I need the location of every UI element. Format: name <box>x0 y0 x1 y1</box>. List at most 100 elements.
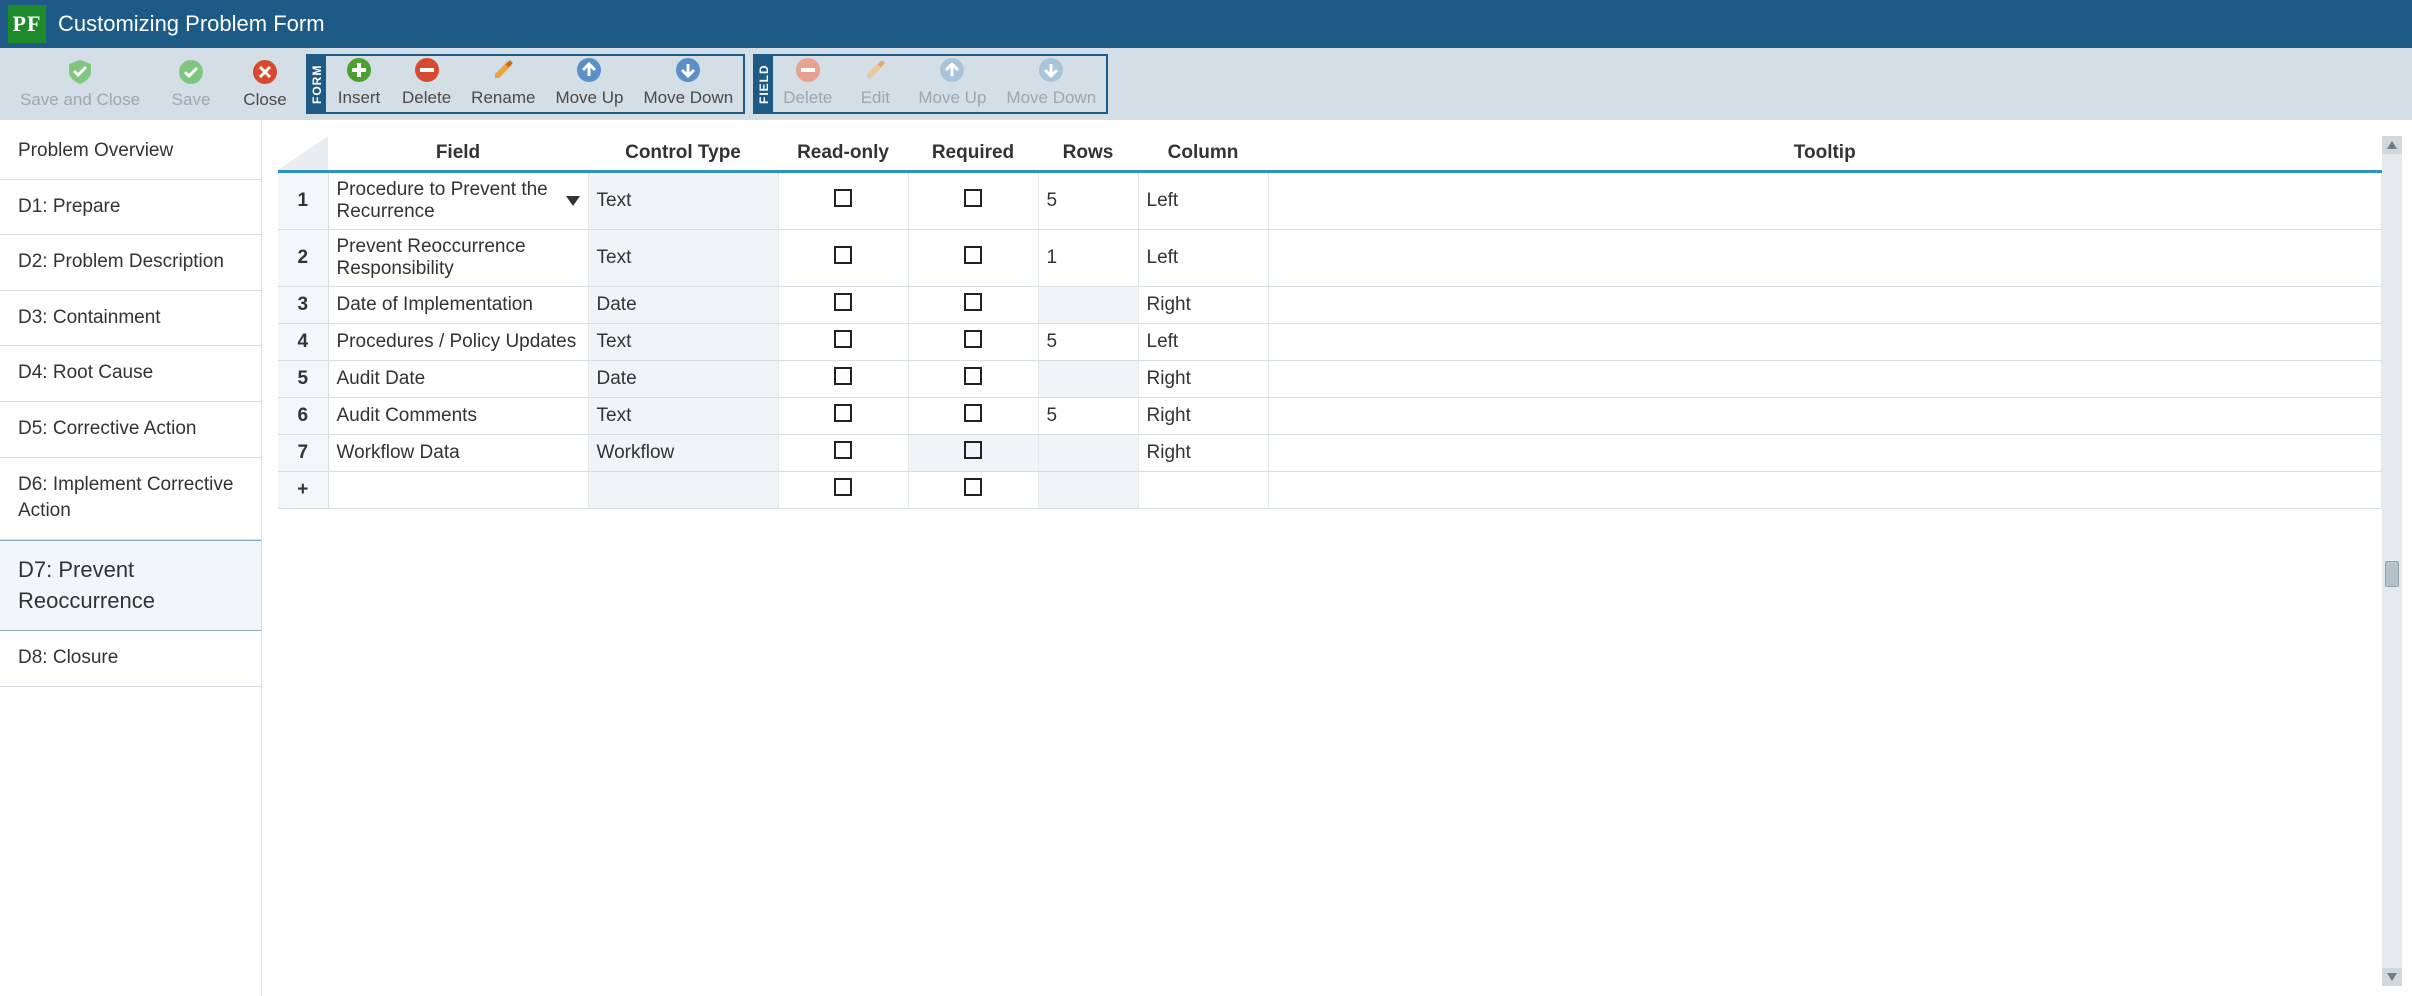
row-number[interactable]: 5 <box>278 361 328 398</box>
scroll-down-arrow-icon[interactable] <box>2382 968 2402 986</box>
table-row[interactable]: 2Prevent Reoccurrence ResponsibilityText… <box>278 230 2382 287</box>
cell-readonly[interactable] <box>778 172 908 230</box>
cell-rows[interactable]: 1 <box>1038 230 1138 287</box>
cell-rows[interactable] <box>1038 435 1138 472</box>
cell-required[interactable] <box>908 398 1038 435</box>
cell-column[interactable]: Left <box>1138 324 1268 361</box>
scroll-up-arrow-icon[interactable] <box>2382 136 2402 154</box>
save-button[interactable]: Save <box>158 54 224 114</box>
cell-control-type[interactable]: Text <box>588 324 778 361</box>
form-move-up-button[interactable]: Move Up <box>545 56 633 112</box>
field-delete-button[interactable]: Delete <box>773 56 842 112</box>
cell-rows[interactable]: 5 <box>1038 398 1138 435</box>
column-header-read-only[interactable]: Read-only <box>778 136 908 172</box>
table-row[interactable]: 1Procedure to Prevent the RecurrenceText… <box>278 172 2382 230</box>
cell-readonly[interactable] <box>778 361 908 398</box>
checkbox[interactable] <box>834 246 852 264</box>
scroll-thumb[interactable] <box>2385 561 2399 587</box>
cell-readonly[interactable] <box>778 398 908 435</box>
cell-readonly[interactable] <box>778 287 908 324</box>
sidebar-item[interactable]: D3: Containment <box>0 291 261 347</box>
checkbox[interactable] <box>964 246 982 264</box>
field-edit-button[interactable]: Edit <box>842 56 908 112</box>
checkbox[interactable] <box>964 404 982 422</box>
cell-column[interactable] <box>1138 472 1268 509</box>
checkbox[interactable] <box>834 293 852 311</box>
checkbox[interactable] <box>834 367 852 385</box>
cell-required[interactable] <box>908 324 1038 361</box>
cell-required[interactable] <box>908 287 1038 324</box>
cell-control-type[interactable]: Text <box>588 230 778 287</box>
cell-tooltip[interactable] <box>1268 472 2382 509</box>
cell-control-type[interactable]: Text <box>588 172 778 230</box>
cell-tooltip[interactable] <box>1268 287 2382 324</box>
table-row[interactable]: 5Audit DateDateRight <box>278 361 2382 398</box>
table-row[interactable]: 7Workflow DataWorkflow Right <box>278 435 2382 472</box>
cell-column[interactable]: Left <box>1138 230 1268 287</box>
cell-rows[interactable] <box>1038 361 1138 398</box>
cell-control-type[interactable] <box>588 472 778 509</box>
checkbox[interactable] <box>964 441 982 459</box>
cell-control-type[interactable]: Text <box>588 398 778 435</box>
checkbox[interactable] <box>964 478 982 496</box>
cell-tooltip[interactable] <box>1268 435 2382 472</box>
sidebar-item[interactable]: D2: Problem Description <box>0 235 261 291</box>
cell-control-type[interactable]: Workflow <box>588 435 778 472</box>
sidebar-item[interactable]: D6: Implement Corrective Action <box>0 458 261 540</box>
cell-rows[interactable] <box>1038 287 1138 324</box>
checkbox[interactable] <box>964 330 982 348</box>
row-number[interactable]: 4 <box>278 324 328 361</box>
form-rename-button[interactable]: Rename <box>461 56 545 112</box>
close-button[interactable]: Close <box>232 54 298 114</box>
cell-rows[interactable] <box>1038 472 1138 509</box>
row-number[interactable]: 2 <box>278 230 328 287</box>
cell-tooltip[interactable] <box>1268 361 2382 398</box>
cell-tooltip[interactable] <box>1268 398 2382 435</box>
column-header-control-type[interactable]: Control Type <box>588 136 778 172</box>
checkbox[interactable] <box>834 441 852 459</box>
column-header-rows[interactable]: Rows <box>1038 136 1138 172</box>
checkbox[interactable] <box>834 478 852 496</box>
row-number[interactable]: 7 <box>278 435 328 472</box>
cell-field[interactable]: Prevent Reoccurrence Responsibility <box>328 230 588 287</box>
sidebar-item[interactable]: D7: Prevent Reoccurrence <box>0 540 261 632</box>
row-number[interactable]: 3 <box>278 287 328 324</box>
cell-required[interactable] <box>908 435 1038 472</box>
checkbox[interactable] <box>964 189 982 207</box>
cell-field[interactable]: Audit Comments <box>328 398 588 435</box>
cell-column[interactable]: Left <box>1138 172 1268 230</box>
cell-readonly[interactable] <box>778 472 908 509</box>
sidebar-item[interactable]: Problem Overview <box>0 124 261 180</box>
cell-field[interactable]: Date of Implementation <box>328 287 588 324</box>
cell-field[interactable]: Workflow Data <box>328 435 588 472</box>
cell-tooltip[interactable] <box>1268 172 2382 230</box>
cell-column[interactable]: Right <box>1138 435 1268 472</box>
column-header-column[interactable]: Column <box>1138 136 1268 172</box>
form-insert-button[interactable]: Insert <box>326 56 392 112</box>
add-row-marker[interactable]: + <box>278 472 328 509</box>
checkbox[interactable] <box>834 404 852 422</box>
form-move-down-button[interactable]: Move Down <box>633 56 743 112</box>
cell-column[interactable]: Right <box>1138 287 1268 324</box>
cell-field[interactable] <box>328 472 588 509</box>
cell-field[interactable]: Procedures / Policy Updates <box>328 324 588 361</box>
row-number[interactable]: 1 <box>278 172 328 230</box>
cell-control-type[interactable]: Date <box>588 361 778 398</box>
checkbox[interactable] <box>964 367 982 385</box>
checkbox[interactable] <box>964 293 982 311</box>
add-row[interactable]: + <box>278 472 2382 509</box>
column-header-tooltip[interactable]: Tooltip <box>1268 136 2382 172</box>
cell-required[interactable] <box>908 361 1038 398</box>
checkbox[interactable] <box>834 189 852 207</box>
cell-field[interactable]: Procedure to Prevent the Recurrence <box>328 172 588 230</box>
cell-tooltip[interactable] <box>1268 324 2382 361</box>
row-number[interactable]: 6 <box>278 398 328 435</box>
save-and-close-button[interactable]: Save and Close <box>10 54 150 114</box>
cell-column[interactable]: Right <box>1138 398 1268 435</box>
select-all-corner[interactable] <box>278 136 328 172</box>
cell-rows[interactable]: 5 <box>1038 324 1138 361</box>
form-delete-button[interactable]: Delete <box>392 56 461 112</box>
cell-readonly[interactable] <box>778 324 908 361</box>
sidebar-item[interactable]: D8: Closure <box>0 631 261 687</box>
sidebar-item[interactable]: D1: Prepare <box>0 180 261 236</box>
